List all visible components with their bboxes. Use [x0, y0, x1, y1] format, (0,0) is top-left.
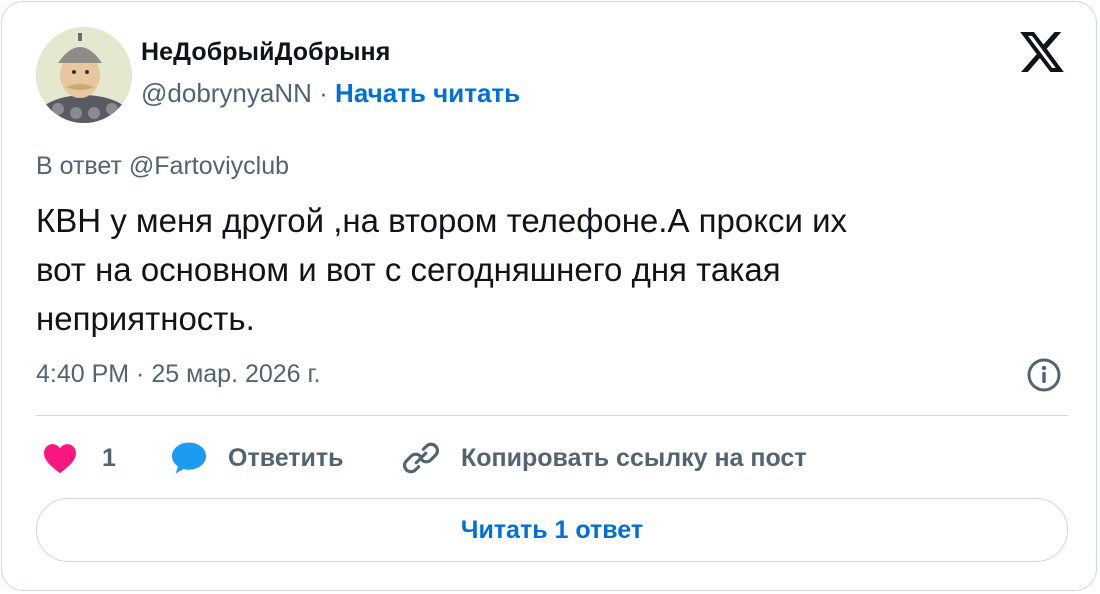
tweet-text: КВН у меня другой ,на втором телефоне.А …	[36, 196, 1056, 343]
tweet-timestamp[interactable]: 4:40 PM · 25 мар. 2026 г.	[36, 360, 321, 389]
link-icon	[402, 439, 440, 477]
info-icon[interactable]	[1026, 357, 1062, 393]
like-count: 1	[102, 443, 116, 472]
separator-dot: ·	[319, 78, 328, 108]
avatar[interactable]	[36, 27, 132, 123]
read-replies-button[interactable]: Читать 1 ответ	[36, 498, 1068, 562]
author-handle-row: @dobrynyaNN · Начать читать	[141, 78, 520, 109]
follow-link[interactable]: Начать читать	[335, 78, 520, 108]
tweet-text-line: вот на основном и вот с сегодняшнего дня…	[36, 251, 781, 288]
tweet-text-line: КВН у меня другой ,на втором телефоне.А …	[36, 202, 848, 239]
copy-link-label: Копировать ссылку на пост	[461, 443, 807, 472]
copy-link-button[interactable]: Копировать ссылку на пост	[402, 438, 807, 478]
divider	[36, 415, 1068, 416]
reply-label: Ответить	[228, 443, 344, 472]
x-logo-icon[interactable]	[1020, 32, 1064, 72]
reply-button[interactable]: Ответить	[170, 438, 344, 478]
author-handle[interactable]: @dobrynyaNN	[141, 78, 312, 108]
tweet-text-line: неприятность.	[36, 300, 255, 337]
read-replies-label: Читать 1 ответ	[460, 515, 644, 544]
reply-to-label[interactable]: В ответ @Fartoviyclub	[36, 152, 289, 181]
speech-bubble-icon	[170, 441, 208, 475]
tweet-card: НеДобрыйДобрыня @dobrynyaNN · Начать чит…	[1, 1, 1097, 591]
author-display-name[interactable]: НеДобрыйДобрыня	[141, 38, 390, 67]
like-button[interactable]: 1	[42, 438, 116, 478]
heart-icon	[42, 442, 78, 474]
